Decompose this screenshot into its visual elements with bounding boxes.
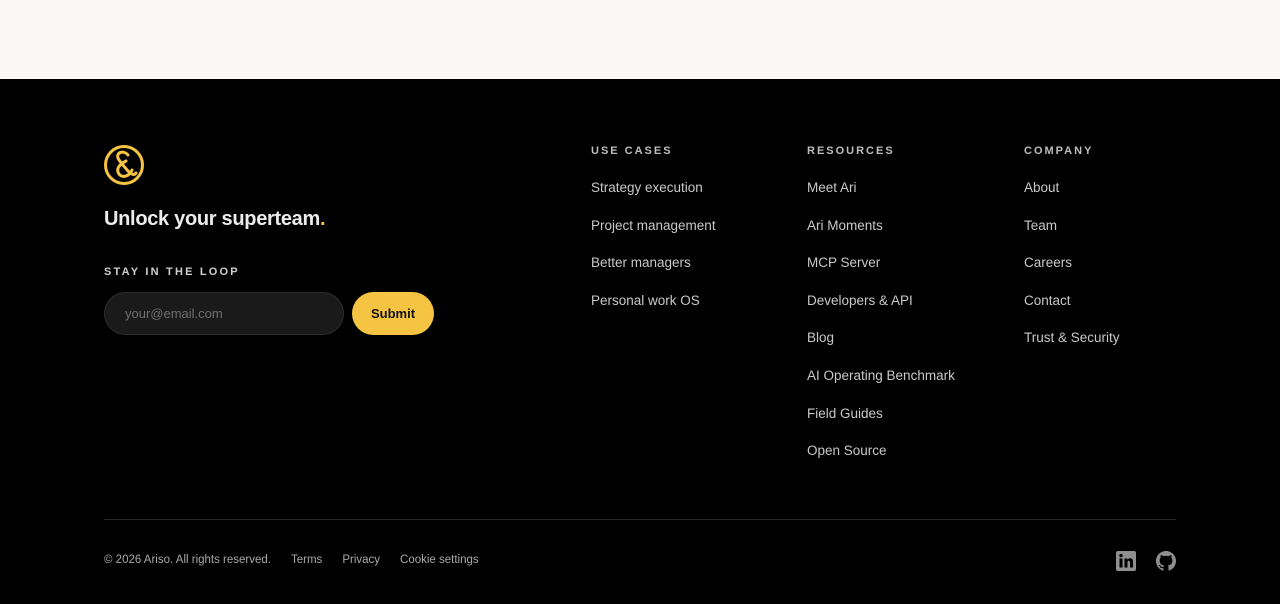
footer-link-team[interactable]: Team — [1024, 218, 1057, 234]
footer-link-careers[interactable]: Careers — [1024, 255, 1072, 271]
site-footer: Unlock your superteam. STAY IN THE LOOP … — [0, 79, 1280, 604]
footer-link-field-guides[interactable]: Field Guides — [807, 406, 883, 422]
footer-link-blog[interactable]: Blog — [807, 330, 834, 346]
footer-link-developers-api[interactable]: Developers & API — [807, 293, 913, 309]
footer-link-trust-security[interactable]: Trust & Security — [1024, 330, 1120, 346]
footer-link-ai-operating-benchmark[interactable]: AI Operating Benchmark — [807, 368, 955, 384]
footer-link-mcp-server[interactable]: MCP Server — [807, 255, 880, 271]
footer-link-contact[interactable]: Contact — [1024, 293, 1071, 309]
cookie-settings-link[interactable]: Cookie settings — [400, 554, 479, 566]
linkedin-icon[interactable] — [1116, 551, 1136, 571]
resources-heading: RESOURCES — [807, 145, 895, 157]
github-icon[interactable] — [1156, 551, 1176, 571]
privacy-link[interactable]: Privacy — [342, 554, 380, 566]
footer-link-better-managers[interactable]: Better managers — [591, 255, 691, 271]
footer-link-strategy-execution[interactable]: Strategy execution — [591, 180, 703, 196]
legal-bar: © 2026 Ariso. All rights reserved. Terms… — [104, 554, 499, 566]
resources-column: RESOURCES Meet Ari Ari Moments MCP Serve… — [807, 145, 955, 480]
copyright-text: © 2026 Ariso. All rights reserved. — [104, 554, 271, 566]
footer-link-about[interactable]: About — [1024, 180, 1059, 196]
footer-link-open-source[interactable]: Open Source — [807, 443, 887, 459]
footer-tagline: Unlock your superteam. — [104, 208, 326, 230]
ariso-logo-icon[interactable] — [104, 143, 144, 187]
use-cases-heading: USE CASES — [591, 145, 673, 157]
company-heading: COMPANY — [1024, 145, 1094, 157]
footer-link-ari-moments[interactable]: Ari Moments — [807, 218, 883, 234]
footer-link-project-management[interactable]: Project management — [591, 218, 716, 234]
page-content-area — [0, 0, 1280, 79]
company-column: COMPANY About Team Careers Contact Trust… — [1024, 145, 1120, 367]
use-cases-column: USE CASES Strategy execution Project man… — [591, 145, 716, 329]
footer-divider — [104, 519, 1176, 520]
tagline-dot: . — [320, 208, 326, 230]
footer-link-personal-work-os[interactable]: Personal work OS — [591, 293, 700, 309]
newsletter-label: STAY IN THE LOOP — [104, 266, 240, 278]
terms-link[interactable]: Terms — [291, 554, 322, 566]
newsletter-submit-button[interactable]: Submit — [352, 292, 434, 335]
footer-link-meet-ari[interactable]: Meet Ari — [807, 180, 857, 196]
newsletter-email-input[interactable] — [104, 292, 344, 335]
